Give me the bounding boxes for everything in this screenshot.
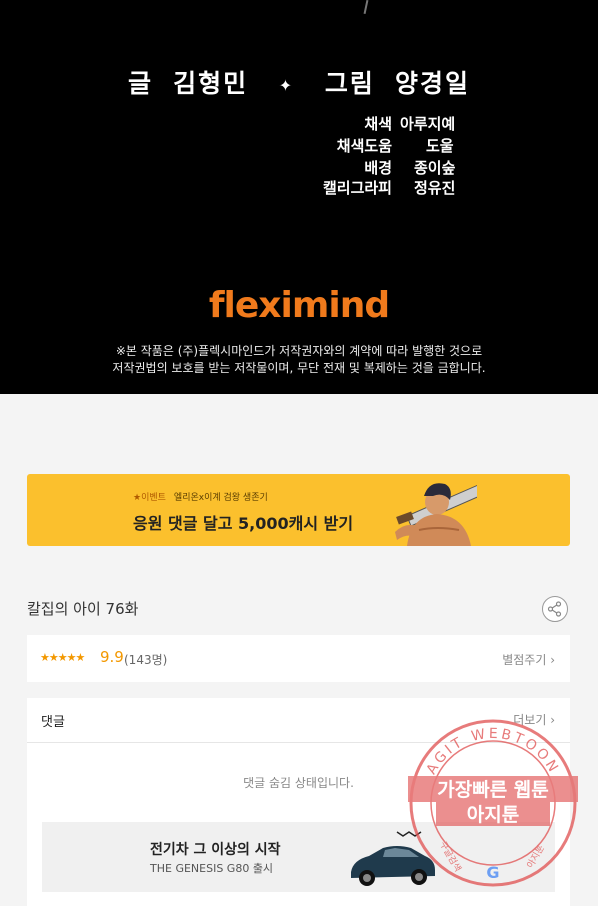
share-icon [547,601,562,617]
warrior-illustration [395,483,477,546]
event-tag-line: ★이벤트 엘리온x이계 검왕 생존기 [133,490,268,503]
star-rating-icon: ★★★★★ [40,651,85,664]
crew-row: 캘리그라피 정유진 [0,177,598,199]
pen-stroke [363,0,369,15]
crew-row: 채색도움 도울 [0,135,598,157]
agitoon-watermark: AGIT WEBTOON 가장빠른 웹툰 아지툰 구글검색 아지툰 G [408,719,578,887]
watermark-line2: 아지툰 [467,804,519,826]
event-tag: ★이벤트 [133,493,166,503]
rating-box: ★★★★★ 9.9 (143명) 별점주기 › [27,635,570,682]
rating-score: 9.9 [100,648,124,666]
credits-panel: 글 김형민 ✦ 그림 양경일 채색 아루지예 채색도움 도울 배경 종이숲 캘리그라… [0,0,598,394]
watermark-line1: 가장빠른 웹툰 [437,779,549,801]
rating-count: (143명) [124,653,168,667]
event-headline: 응원 댓글 달고 5,000캐시 받기 [133,514,354,533]
crew-name: 정유진 [414,179,456,197]
notice-line: ※본 작품은 (주)플렉시마인드가 저작권자와의 계약에 따라 발행한 것으로 [115,344,483,358]
crew-row: 채색 아루지예 [0,113,598,135]
writer-name: 김형민 [173,69,249,98]
main-credits: 글 김형민 ✦ 그림 양경일 [0,64,598,100]
crew-name: 아루지예 [400,115,456,133]
event-name: 엘리온x이계 검왕 생존기 [173,493,268,503]
artist-role: 그림 [324,69,375,98]
writer-role: 글 [128,69,154,98]
event-banner[interactable]: ★이벤트 엘리온x이계 검왕 생존기 응원 댓글 달고 5,000캐시 받기 [27,474,570,546]
notice-line: 저작권법의 보호를 받는 저작물이며, 무단 전재 및 복제하는 것을 금합니다… [112,361,486,375]
comment-label: 댓글 [41,715,65,730]
rate-button[interactable]: 별점주기 › [502,651,555,668]
crew-role: 채색 [364,115,392,133]
google-g-icon: G [486,863,499,882]
crew-role: 배경 [364,159,392,177]
episode-title: 칼집의 아이 76화 [27,600,139,618]
crew-name: 종이숲 [414,159,456,177]
svg-text:AGIT WEBTOON: AGIT WEBTOON [424,726,563,777]
crew-role: 채색도움 [336,137,392,155]
watermark-bottom-left: 구글검색 [437,839,464,874]
separator-icon: ✦ [278,75,295,95]
artist-name: 양경일 [394,69,470,98]
crew-row: 배경 종이숲 [0,157,598,179]
share-button[interactable] [542,596,568,622]
crew-name: 도울 [426,137,454,155]
copyright-notice: ※본 작품은 (주)플렉시마인드가 저작권자와의 계약에 따라 발행한 것으로 … [0,343,598,377]
ad-title: 전기차 그 이상의 시작 [150,842,281,858]
publisher-logo: fleximind [208,285,390,326]
ad-subtitle: THE GENESIS G80 출시 [150,862,274,875]
crew-role: 캘리그라피 [322,179,392,197]
watermark-ring-text: AGIT WEBTOON [424,726,560,777]
